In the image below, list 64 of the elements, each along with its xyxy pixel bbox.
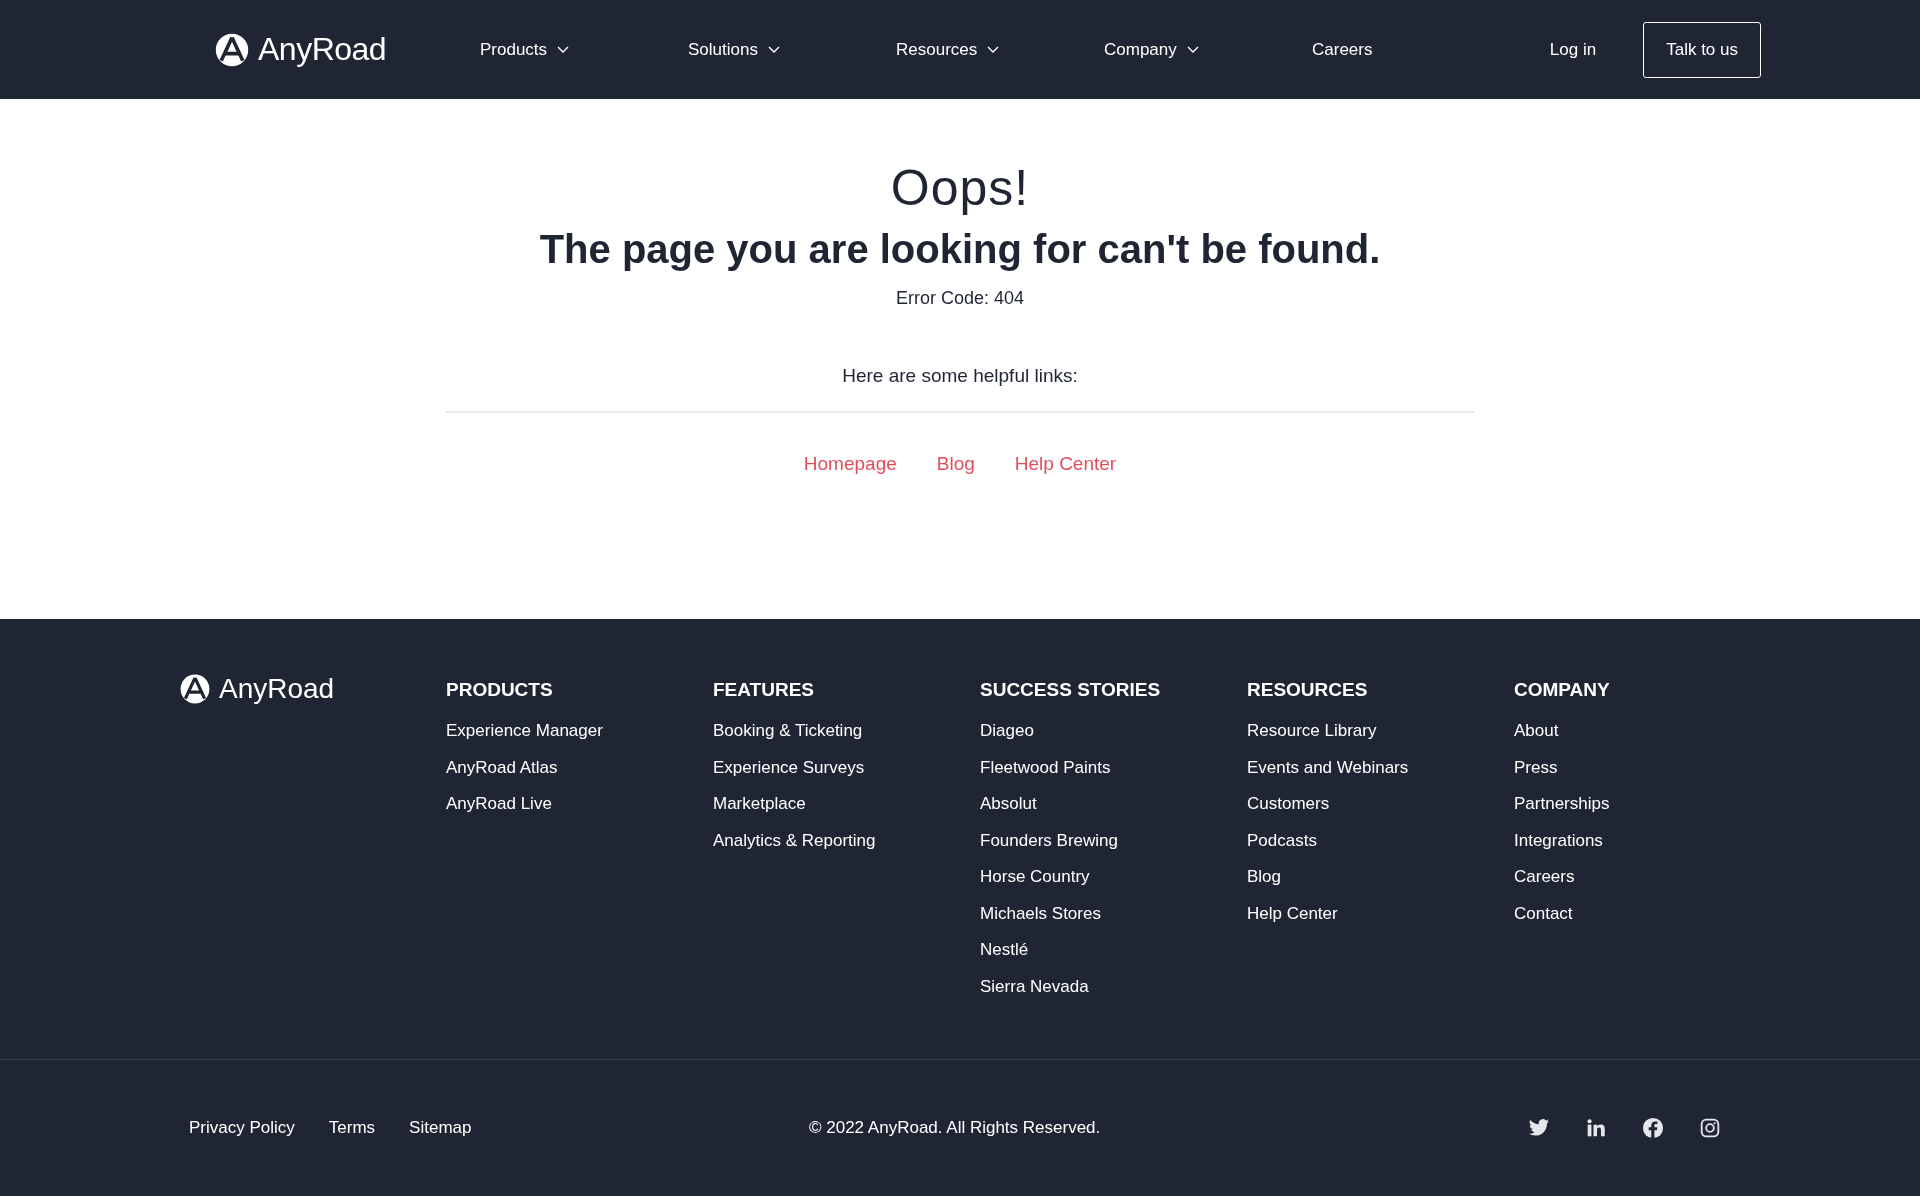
error-heading: The page you are looking for can't be found. — [539, 227, 1381, 272]
footer-link[interactable]: Partnerships — [1514, 786, 1781, 823]
footer-link[interactable]: Michaels Stores — [980, 895, 1247, 932]
login-link[interactable]: Log in — [1549, 39, 1597, 60]
logo[interactable]: AnyRoad — [214, 31, 480, 68]
footer-link[interactable]: Customers — [1247, 786, 1514, 823]
chevron-down-icon — [987, 45, 1000, 54]
helpful-links-intro: Here are some helpful links: — [842, 365, 1078, 387]
legal-link[interactable]: Privacy Policy — [189, 1118, 295, 1138]
footer-link[interactable]: Help Center — [1247, 895, 1514, 932]
nav-menu-item[interactable]: Careers — [1312, 39, 1373, 60]
chevron-down-icon — [1186, 45, 1199, 54]
nav-menu-item[interactable]: Solutions — [688, 39, 896, 60]
footer-link[interactable]: Careers — [1514, 859, 1781, 896]
logo-wordmark: AnyRoad — [219, 673, 335, 705]
footer-link[interactable]: Marketplace — [713, 786, 980, 823]
footer-link[interactable]: AnyRoad Live — [446, 786, 713, 823]
footer-link[interactable]: Analytics & Reporting — [713, 822, 980, 859]
footer-logo[interactable]: AnyRoad — [179, 671, 446, 707]
error-code: Error Code: 404 — [895, 288, 1025, 309]
nav-menu-item[interactable]: Products — [480, 39, 688, 60]
footer-link[interactable]: Press — [1514, 749, 1781, 786]
talk-to-us-button[interactable]: Talk to us — [1643, 21, 1761, 78]
logo-wordmark: AnyRoad — [258, 31, 387, 68]
nav-menu-item[interactable]: Resources — [896, 39, 1104, 60]
footer-link[interactable]: Resource Library — [1247, 713, 1514, 750]
helpful-link[interactable]: Blog — [936, 453, 975, 475]
footer-link[interactable]: Nestlé — [980, 932, 1247, 969]
helpful-link[interactable]: Homepage — [803, 453, 897, 475]
footer-link[interactable]: AnyRoad Atlas — [446, 749, 713, 786]
chevron-down-icon — [557, 45, 570, 54]
helpful-link[interactable]: Help Center — [1014, 453, 1117, 475]
footer-column-heading: FEATURES — [713, 679, 815, 701]
footer-column-heading: COMPANY — [1514, 679, 1611, 701]
instagram-icon[interactable] — [1700, 1118, 1720, 1138]
footer-column-heading: SUCCESS STORIES — [980, 679, 1162, 701]
footer-link[interactable]: Experience Manager — [446, 713, 713, 750]
footer-link[interactable]: Horse Country — [980, 859, 1247, 896]
footer-link[interactable]: Absolut — [980, 786, 1247, 823]
error-title: Oops! — [890, 159, 1030, 217]
chevron-down-icon — [767, 45, 780, 54]
logo-icon — [179, 673, 211, 705]
footer-column-heading: RESOURCES — [1247, 679, 1369, 701]
linkedin-icon[interactable] — [1586, 1118, 1606, 1138]
footer-link[interactable]: Events and Webinars — [1247, 749, 1514, 786]
logo-icon — [214, 31, 250, 68]
footer-link[interactable]: Podcasts — [1247, 822, 1514, 859]
twitter-icon[interactable] — [1528, 1117, 1550, 1139]
footer-link[interactable]: Fleetwood Paints — [980, 749, 1247, 786]
footer-link[interactable]: Sierra Nevada — [980, 968, 1247, 1005]
footer-column-heading: PRODUCTS — [446, 679, 554, 701]
footer-link[interactable]: Booking & Ticketing — [713, 713, 980, 750]
copyright-text: © 2022 AnyRoad. All Rights Reserved. — [809, 1118, 1102, 1138]
nav-menu-item[interactable]: Company — [1104, 39, 1312, 60]
footer-link[interactable]: About — [1514, 713, 1781, 750]
facebook-icon[interactable] — [1642, 1117, 1664, 1139]
footer-link[interactable]: Founders Brewing — [980, 822, 1247, 859]
footer-link[interactable]: Diageo — [980, 713, 1247, 750]
footer-link[interactable]: Contact — [1514, 895, 1781, 932]
footer-link[interactable]: Experience Surveys — [713, 749, 980, 786]
footer-link[interactable]: Integrations — [1514, 822, 1781, 859]
legal-link[interactable]: Terms — [328, 1118, 376, 1138]
footer-link[interactable]: Blog — [1247, 859, 1514, 896]
legal-link[interactable]: Sitemap — [409, 1118, 472, 1138]
